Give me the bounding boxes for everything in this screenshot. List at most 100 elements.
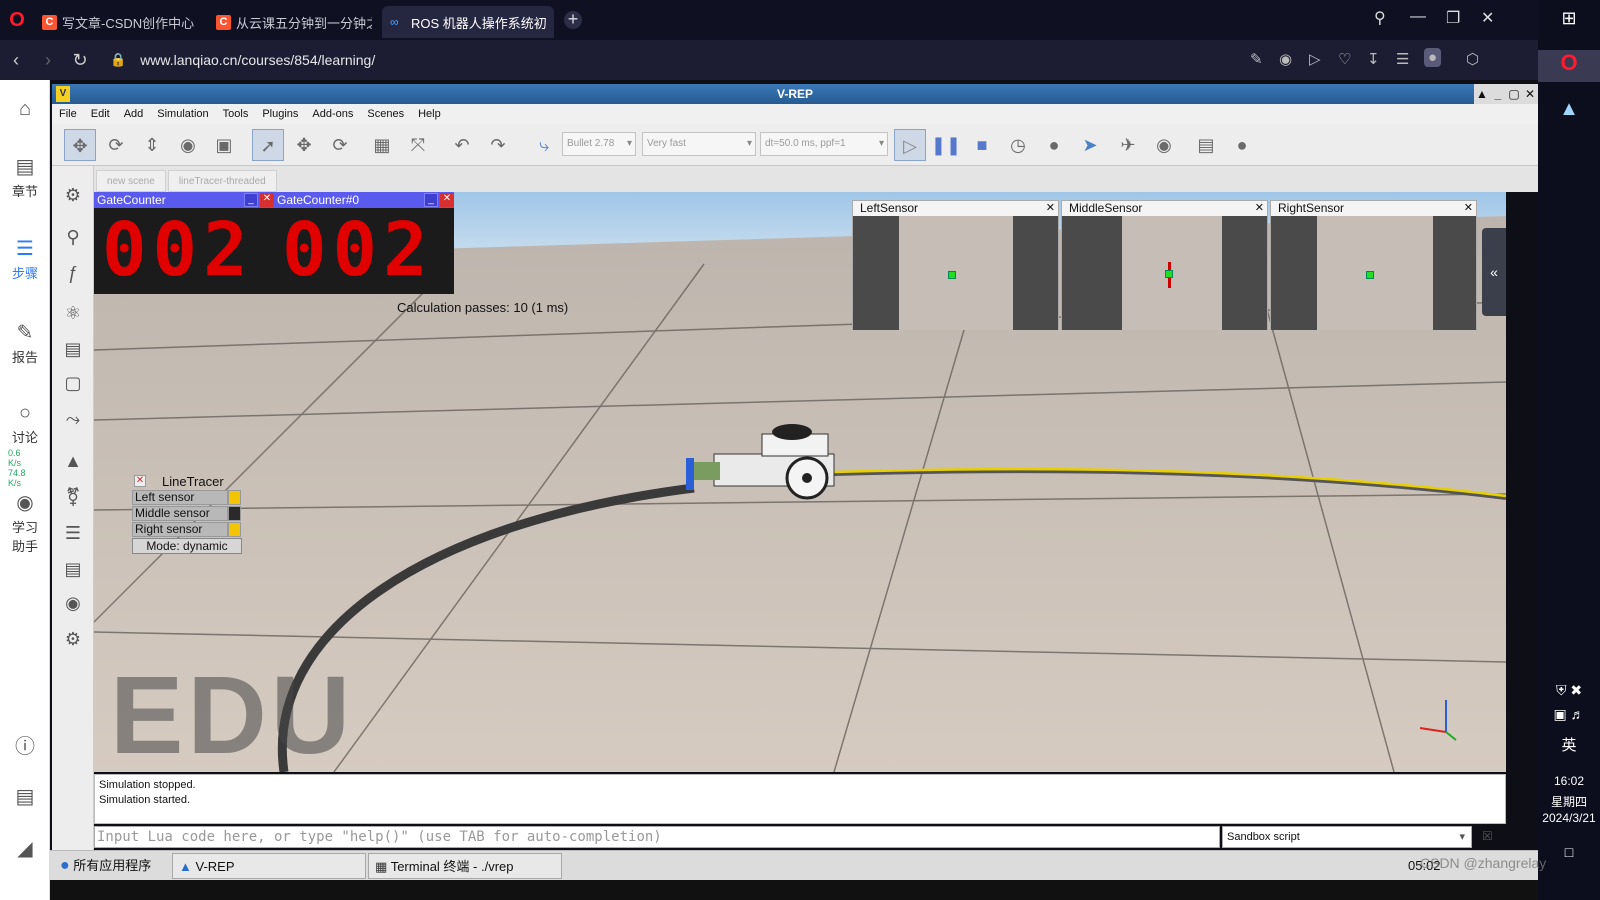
minimize-icon[interactable]: — [1410,8,1426,26]
browser-tab-1[interactable]: C 写文章-CSDN创作中心 [34,6,206,38]
collapse-panel-button[interactable]: « [1482,228,1506,316]
start-simulation-icon[interactable]: ▷ [894,129,926,161]
camera-angle-icon[interactable]: ◉ [172,129,204,161]
shapes-icon[interactable]: ▢ [58,368,88,398]
sidebar-item-report[interactable]: ✎ 报告 [0,320,50,366]
new-tab-button[interactable]: + [564,10,582,29]
click-select-icon[interactable]: ➚ [252,129,284,161]
function-icon[interactable]: ƒ [58,258,88,288]
notification-icon[interactable]: □ [1538,844,1600,860]
profile-icon[interactable]: ● [1424,48,1442,67]
layers-icon[interactable]: ▤ [58,554,88,584]
sidebar-item-discussion[interactable]: ○ 讨论 [0,402,50,446]
stats-icon[interactable]: ◢ [0,836,50,863]
timestep-select[interactable]: dt=50.0 ms, ppf=1 [760,132,888,156]
ime-indicator[interactable]: 英 [1538,734,1600,755]
reload-icon[interactable]: ↻ [64,50,96,71]
collections-icon[interactable]: ⚛ [58,298,88,328]
search-icon[interactable]: ⚲ [58,222,88,252]
close-icon[interactable]: ✕ [134,475,146,487]
camera-pan-icon[interactable]: ✥ [64,129,96,161]
close-icon[interactable]: ✕ [440,193,454,207]
page-selector-icon[interactable]: ▤ [1190,129,1222,161]
menu-plugins[interactable]: Plugins [255,108,305,120]
physics-engine-select[interactable]: Bullet 2.78 [562,132,636,156]
menu-simulation[interactable]: Simulation [150,108,215,120]
maximize-icon[interactable]: ▢ [1506,84,1522,104]
scene-tab-new[interactable]: new scene [96,170,166,192]
extensions-icon[interactable]: ⬡ [1466,50,1479,68]
url-field[interactable]: www.lanqiao.cn/courses/854/learning/ [140,52,375,68]
close-icon[interactable]: ✕ [260,193,274,207]
path-icon[interactable]: ⤳ [58,404,88,434]
mode-button[interactable]: Mode: dynamic [132,538,242,554]
menu-icon[interactable]: ☰ [1396,50,1409,68]
menu-help[interactable]: Help [411,108,448,120]
taskbar-item-terminal[interactable]: ▦ Terminal 终端 - ./vrep [368,853,562,879]
slower-icon[interactable]: ● [1038,129,1070,161]
close-icon[interactable]: ☒ [1482,829,1493,843]
sidebar-item-home[interactable]: ⌂ [0,98,50,123]
sidebar-item-chapters[interactable]: ▤ 章节 [0,154,50,200]
taskbar-item-vrep[interactable]: ▲ V-REP [172,853,366,879]
visualization-icon[interactable]: ◉ [1148,129,1180,161]
close-icon[interactable]: ✕ [1481,8,1494,28]
feedback-icon[interactable]: ▤ [0,784,50,811]
transfer-dna-icon[interactable]: ⤧ [402,129,434,161]
close-icon[interactable]: ✕ [1522,84,1538,104]
video-recorder-icon[interactable]: ◉ [58,588,88,618]
faster-icon[interactable]: ➤ [1074,129,1106,161]
security-icon[interactable]: ⛨ ✖ [1538,682,1600,699]
menu-file[interactable]: File [52,108,84,120]
menu-scenes[interactable]: Scenes [360,108,411,120]
windows-icon[interactable]: ⊞ [1538,8,1600,29]
assemble-icon[interactable]: ▦ [366,129,398,161]
scripts-icon[interactable]: ▤ [58,334,88,364]
app-icon[interactable]: ▲ [1538,98,1600,121]
minimize-icon[interactable]: _ [244,193,258,207]
pause-simulation-icon[interactable]: ❚❚ [930,129,962,161]
menu-edit[interactable]: Edit [84,108,117,120]
heart-icon[interactable]: ♡ [1338,50,1351,68]
simulation-settings-icon[interactable]: ⚙ [58,180,88,210]
sim-speed-select[interactable]: Very fast [642,132,756,156]
lua-command-input[interactable]: Input Lua code here, or type "help()" (u… [94,826,1220,848]
camera-shift-icon[interactable]: ⇕ [136,129,168,161]
network-volume-icon[interactable]: ▣ ♬ [1538,706,1600,723]
close-icon[interactable]: ✕ [1046,201,1055,216]
share-icon[interactable]: ✎ [1250,50,1263,68]
camera-icon[interactable]: ◉ [1279,50,1292,68]
redo-icon[interactable]: ↷ [482,129,514,161]
browser-tab-2[interactable]: C 从云课五分钟到一分钟之v [208,6,380,38]
sidebar-item-steps[interactable]: ☰ 步骤 [0,236,50,282]
back-icon[interactable]: ‹ [0,50,32,71]
object-shift-icon[interactable]: ✥ [288,129,320,161]
close-icon[interactable]: ✕ [1255,201,1264,216]
thread-switch-icon[interactable]: ✈ [1112,129,1144,161]
browser-tab-3-active[interactable]: ∞ ROS 机器人操作系统初级 [382,6,554,38]
restore-icon[interactable]: ❐ [1446,8,1460,28]
undo-icon[interactable]: ↶ [446,129,478,161]
minimize-icon[interactable]: _ [424,193,438,207]
humanoid-icon[interactable]: ⚧ [58,482,88,512]
opera-logo-icon[interactable]: O [0,9,34,32]
help-icon[interactable]: ⓘ [0,730,50,761]
shade-icon[interactable]: ▲ [1474,84,1490,104]
user-settings-icon[interactable]: ⚙ [58,624,88,654]
menu-addons[interactable]: Add-ons [305,108,360,120]
scene-selector-icon[interactable]: ● [1226,129,1258,161]
menu-tools[interactable]: Tools [216,108,256,120]
play-icon[interactable]: ▷ [1309,50,1321,68]
minimize-icon[interactable]: _ [1490,84,1506,104]
real-time-icon[interactable]: ◷ [1002,129,1034,161]
sidebar-item-assistant[interactable]: ◉ 学习助手 [0,490,50,555]
dynamics-icon[interactable]: ⤷ [528,129,560,161]
menu-add[interactable]: Add [117,108,151,120]
stop-simulation-icon[interactable]: ■ [966,129,998,161]
fit-to-view-icon[interactable]: ▣ [208,129,240,161]
close-icon[interactable]: ✕ [1464,201,1473,216]
model-browser-icon[interactable]: ▲ [58,446,88,476]
hierarchy-icon[interactable]: ☰ [58,518,88,548]
camera-rotate-icon[interactable]: ⟳ [100,129,132,161]
script-type-select[interactable]: Sandbox script [1222,826,1472,848]
